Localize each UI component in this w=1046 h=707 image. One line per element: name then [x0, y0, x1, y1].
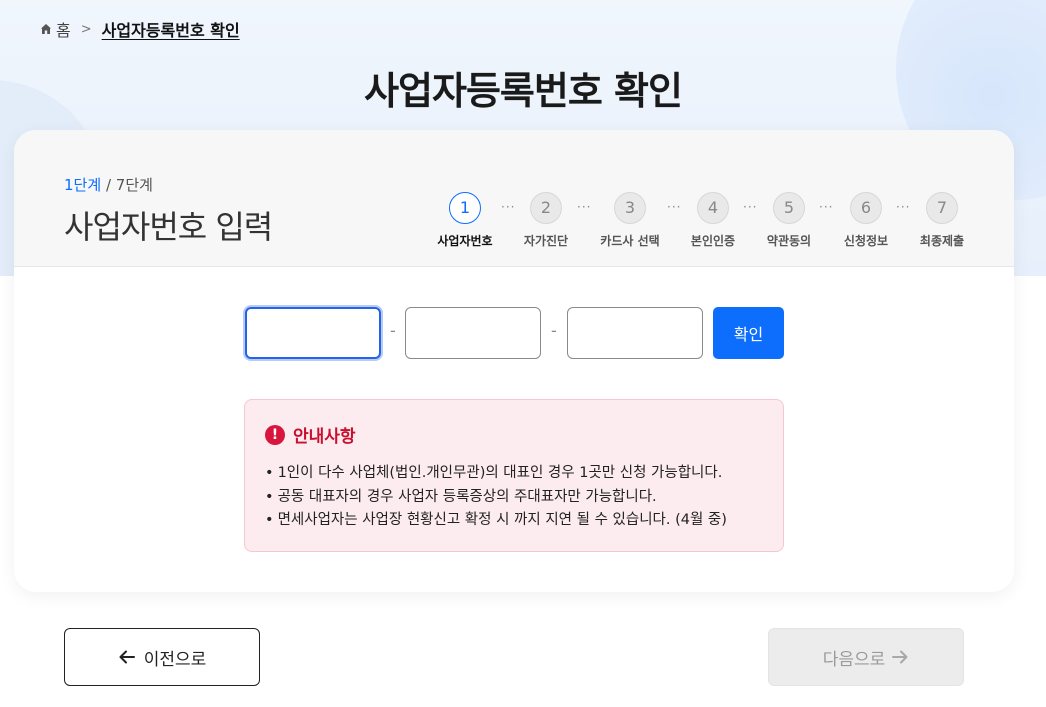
progress-steps: 1 사업자번호 ··· 2 자가진단 ··· 3 카드사 선택 ··· 4 본인… [14, 130, 1014, 267]
biz-number-part2-input[interactable] [405, 307, 541, 359]
step-number: 5 [773, 192, 805, 224]
notice-title: 안내사항 [293, 427, 356, 447]
step-number: 4 [697, 192, 729, 224]
breadcrumb-home[interactable]: 홈 [56, 17, 71, 41]
notice-header: ! 안내사항 [265, 422, 356, 447]
notice-item: 1인이 다수 사업체(법인.개인무관)의 대표인 경우 1곳만 신청 가능합니다… [265, 462, 727, 486]
notice-item: 면세사업자는 사업장 현황신고 확정 시 까지 지연 될 수 있습니다. (4월… [265, 509, 727, 533]
dash-separator: - [551, 321, 557, 340]
biz-number-part1-input[interactable] [245, 307, 381, 359]
page-title: 사업자등록번호 확인 [364, 69, 683, 113]
prev-label: 이전으로 [143, 649, 207, 670]
step-7: 7 최종제출 [897, 192, 987, 249]
step-number: 2 [530, 192, 562, 224]
confirm-button[interactable]: 확인 [713, 307, 784, 359]
biz-number-part3-input[interactable] [567, 307, 703, 359]
step-3: 3 카드사 선택 [585, 192, 675, 249]
prev-button[interactable]: 이전으로 [64, 628, 260, 686]
step-1: 1 사업자번호 [420, 192, 510, 249]
next-button[interactable]: 다음으로 [768, 628, 964, 686]
alert-icon: ! [265, 424, 285, 445]
step-number: 1 [449, 192, 481, 224]
step-label: 카드사 선택 [600, 234, 660, 248]
breadcrumb: 홈 > 사업자등록번호 확인 [40, 18, 240, 40]
arrow-right-icon [892, 650, 908, 664]
next-label: 다음으로 [822, 649, 886, 670]
dash-separator: - [390, 321, 396, 340]
notice-item: 공동 대표자의 경우 사업자 등록증상의 주대표자만 가능합니다. [265, 486, 727, 510]
step-label: 최종제출 [919, 234, 965, 248]
breadcrumb-current[interactable]: 사업자등록번호 확인 [102, 17, 240, 41]
step-number: 3 [614, 192, 646, 224]
notice-box: ! 안내사항 1인이 다수 사업체(법인.개인무관)의 대표인 경우 1곳만 신… [244, 399, 784, 552]
step-label: 자가진단 [523, 234, 569, 248]
card-header: 1단계 / 7단계 사업자번호 입력 1 사업자번호 ··· 2 자가진단 ··… [14, 130, 1014, 267]
form-card: 1단계 / 7단계 사업자번호 입력 1 사업자번호 ··· 2 자가진단 ··… [14, 130, 1014, 592]
arrow-left-icon [119, 650, 135, 664]
step-number: 7 [926, 192, 958, 224]
step-label: 사업자번호 [437, 234, 493, 248]
notice-list: 1인이 다수 사업체(법인.개인무관)의 대표인 경우 1곳만 신청 가능합니다… [265, 462, 727, 533]
home-icon[interactable] [40, 23, 52, 35]
breadcrumb-separator: > [80, 21, 92, 37]
step-number: 6 [850, 192, 882, 224]
